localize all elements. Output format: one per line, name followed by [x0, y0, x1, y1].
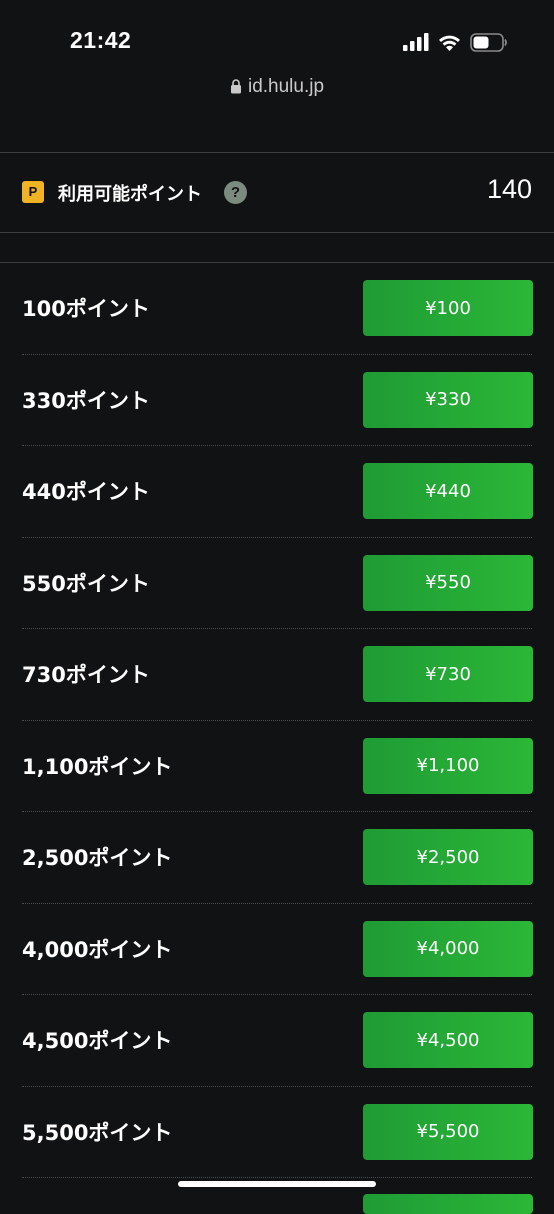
battery-icon: [470, 32, 507, 52]
plan-label: 730ポイント: [22, 663, 150, 687]
status-icons: [403, 28, 508, 56]
buy-button[interactable]: ¥440: [363, 463, 533, 519]
list-item: 730ポイント ¥730: [0, 629, 554, 721]
list-item: 2,500ポイント ¥2,500: [0, 812, 554, 904]
address-url: id.hulu.jp: [247, 76, 325, 97]
points-badge-icon: P: [22, 181, 44, 203]
plan-label: 4,000ポイント: [22, 937, 173, 962]
list-item: 5,500ポイント ¥5,500: [0, 1087, 554, 1178]
list-item: 1,100ポイント ¥1,100: [0, 721, 554, 812]
buy-button[interactable]: ¥4,500: [363, 1012, 533, 1068]
list-item: 440ポイント ¥440: [0, 446, 554, 538]
list-item: 550ポイント ¥550: [0, 538, 554, 629]
buy-button[interactable]: ¥550: [363, 554, 533, 611]
wifi-icon: [439, 35, 460, 51]
status-time: 21:42: [70, 27, 132, 53]
list-item: 100ポイント ¥100: [0, 263, 554, 355]
list-item: 4,000ポイント ¥4,000: [0, 904, 554, 995]
buy-button-partial[interactable]: [363, 1194, 533, 1214]
buy-button[interactable]: ¥4,000: [363, 920, 533, 977]
buy-button[interactable]: ¥5,500: [363, 1103, 533, 1160]
point-plan-list: 100ポイント ¥100 330ポイント ¥330 440ポイント ¥440 5…: [0, 263, 554, 1178]
buy-button[interactable]: ¥100: [363, 280, 533, 336]
signal-icon: [403, 33, 429, 51]
plan-label: 440ポイント: [22, 480, 150, 504]
available-points-row: P 利用可能ポイント ? 140: [0, 153, 554, 231]
plan-label: 100ポイント: [22, 297, 150, 321]
plan-label: 1,100ポイント: [22, 754, 173, 779]
buy-button[interactable]: ¥730: [363, 646, 533, 702]
buy-button[interactable]: ¥2,500: [363, 829, 533, 885]
plan-label: 550ポイント: [22, 571, 150, 596]
status-bar: 21:42: [0, 0, 554, 70]
buy-button[interactable]: ¥1,100: [363, 737, 533, 794]
list-item: 330ポイント ¥330: [0, 355, 554, 446]
plan-label: 2,500ポイント: [22, 846, 173, 870]
plan-label: 4,500ポイント: [22, 1029, 173, 1053]
home-indicator[interactable]: [178, 1181, 376, 1187]
plan-label: 5,500ポイント: [22, 1120, 173, 1145]
list-item: 4,500ポイント ¥4,500: [0, 995, 554, 1087]
lock-icon: [230, 79, 241, 94]
plan-label: 330ポイント: [22, 388, 150, 413]
help-icon[interactable]: ?: [224, 181, 247, 204]
buy-button[interactable]: ¥330: [363, 371, 533, 428]
available-points-value: 140: [486, 174, 532, 204]
available-points-label: 利用可能ポイント: [58, 184, 202, 205]
row-divider: [22, 1177, 532, 1178]
address-bar[interactable]: id.hulu.jp: [0, 76, 554, 98]
divider: [0, 232, 554, 233]
